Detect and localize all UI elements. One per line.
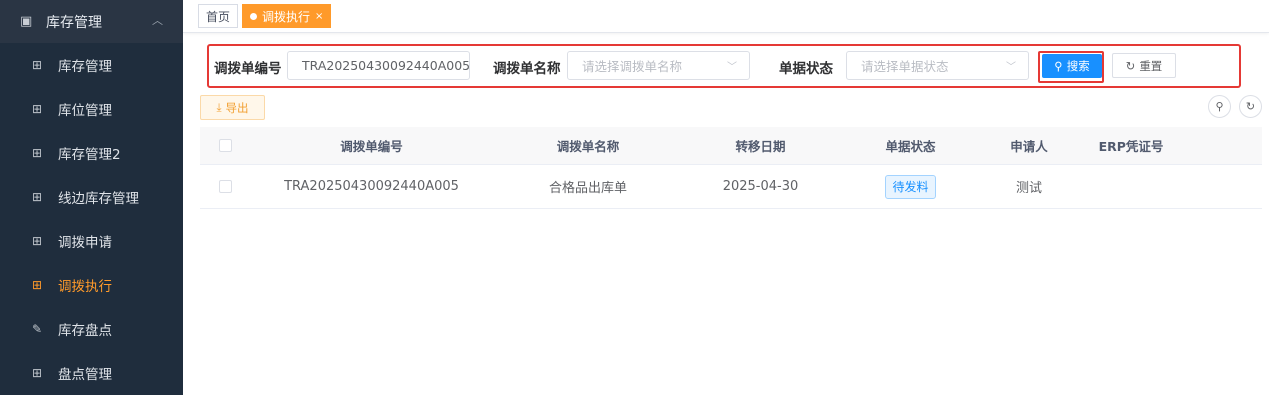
search-icon: ⚲ [1054, 59, 1063, 73]
active-dot-icon [250, 12, 258, 20]
sidebar-item-transfer-execute[interactable]: ⊞ 调拨执行 [0, 263, 183, 307]
sidebar-item-label: 库存管理2 [58, 147, 121, 163]
monitor-icon: ▣ [20, 14, 33, 29]
header-code: 调拨单编号 [340, 139, 403, 154]
export-button-label: 导出 [225, 100, 249, 115]
tab-label: 首页 [206, 9, 231, 24]
header-applicant: 申请人 [1010, 139, 1048, 154]
download-icon: ⤓ [216, 100, 222, 114]
chevron-up-icon: ︿ [152, 14, 163, 27]
cell-status: 待发料 [838, 174, 983, 199]
cell-name: 合格品出库单 [548, 181, 627, 196]
transfer-name-placeholder: 请选择调拨单名称 [582, 59, 683, 74]
grid-icon: ⊞ [31, 366, 43, 380]
chevron-down-icon: ﹀ [727, 62, 737, 73]
header-name: 调拨单名称 [556, 139, 620, 154]
sidebar-item-inventory2[interactable]: ⊞ 库存管理2 [0, 131, 183, 175]
search-icon: ⚲ [1215, 100, 1224, 113]
tab-label: 调拨执行 [262, 9, 311, 24]
transfer-name-select[interactable]: 请选择调拨单名称 ﹀ [567, 51, 750, 80]
status-select[interactable]: 请选择单据状态 ﹀ [846, 51, 1029, 80]
sidebar-item-inventory[interactable]: ⊞ 库存管理 [0, 43, 183, 87]
export-button[interactable]: ⤓ 导出 [200, 95, 265, 120]
reset-button-label: 重置 [1139, 58, 1163, 73]
app-root: ▣ 库存管理 ︿ ⊞ 库存管理 ⊞ 库位管理 ⊞ 库存管理2 ⊞ 线边库存管理 … [0, 0, 1269, 395]
grid-icon: ⊞ [31, 190, 43, 204]
sidebar-item-stocktake-manage[interactable]: ⊞ 盘点管理 [0, 351, 183, 395]
transfer-code-input[interactable]: TRA20250430092440A005 [287, 51, 470, 80]
refresh-button[interactable]: ↻ [1239, 95, 1262, 118]
transfer-code-label: 调拨单编号 [214, 61, 282, 77]
chevron-down-icon: ﹀ [1006, 62, 1016, 73]
grid-icon: ⊞ [31, 234, 43, 248]
sidebar-item-label: 库存盘点 [58, 323, 112, 339]
table-row[interactable]: TRA20250430092440A005 合格品出库单 2025-04-30 … [200, 165, 1262, 209]
sidebar-header-label: 库存管理 [46, 14, 102, 31]
row-select-cell [200, 180, 250, 193]
tags-view: 首页 调拨执行 × [183, 0, 1269, 33]
refresh-icon: ↻ [1245, 100, 1256, 113]
sidebar-item-lineside[interactable]: ⊞ 线边库存管理 [0, 175, 183, 219]
header-erp: ERP凭证号 [1098, 139, 1164, 154]
cell-date: 2025-04-30 [722, 179, 799, 194]
edit-icon: ✎ [31, 322, 43, 336]
header-status: 单据状态 [885, 139, 936, 154]
transfer-code-value: TRA20250430092440A005 [302, 58, 471, 73]
search-button[interactable]: ⚲ 搜索 [1042, 54, 1102, 78]
search-button-label: 搜索 [1066, 59, 1090, 73]
status-placeholder: 请选择单据状态 [861, 59, 949, 74]
status-label: 单据状态 [779, 61, 833, 77]
grid-icon: ⊞ [31, 102, 43, 116]
sidebar-header-inventory[interactable]: ▣ 库存管理 ︿ [0, 0, 183, 43]
grid-icon: ⊞ [31, 146, 43, 160]
grid-icon: ⊞ [31, 58, 43, 72]
grid-icon: ⊞ [31, 278, 43, 292]
status-badge: 待发料 [885, 174, 936, 199]
sidebar-item-stocktake[interactable]: ✎ 库存盘点 [0, 307, 183, 351]
sidebar: ▣ 库存管理 ︿ ⊞ 库存管理 ⊞ 库位管理 ⊞ 库存管理2 ⊞ 线边库存管理 … [0, 0, 183, 395]
cell-applicant: 测试 [1015, 181, 1042, 196]
sidebar-item-label: 线边库存管理 [58, 191, 139, 207]
transfer-name-label: 调拨单名称 [493, 61, 561, 77]
close-icon[interactable]: × [315, 11, 323, 22]
refresh-icon: ↻ [1125, 58, 1136, 73]
cell-code: TRA20250430092440A005 [284, 179, 459, 194]
row-checkbox[interactable] [218, 180, 232, 193]
sidebar-item-location[interactable]: ⊞ 库位管理 [0, 87, 183, 131]
toggle-search-button[interactable]: ⚲ [1208, 95, 1231, 118]
tab-home[interactable]: 首页 [198, 4, 239, 28]
tab-transfer-execute[interactable]: 调拨执行 × [242, 4, 332, 28]
sidebar-item-label: 库位管理 [58, 103, 112, 119]
table-header: 调拨单编号 调拨单名称 转移日期 单据状态 申请人 ERP凭证号 [200, 127, 1262, 165]
sidebar-item-transfer-request[interactable]: ⊞ 调拨申请 [0, 219, 183, 263]
main-content: 首页 调拨执行 × 调拨单编号 TRA20250430092440A005 调拨… [183, 0, 1269, 395]
sidebar-item-label: 库存管理 [58, 59, 112, 75]
sidebar-item-label: 盘点管理 [58, 367, 112, 383]
header-date: 转移日期 [735, 139, 786, 154]
select-all-cell [200, 139, 250, 152]
transfer-table: 调拨单编号 调拨单名称 转移日期 单据状态 申请人 ERP凭证号 TRA2025… [200, 127, 1262, 209]
reset-button[interactable]: ↻ 重置 [1112, 53, 1176, 78]
select-all-checkbox[interactable] [218, 139, 232, 152]
sidebar-item-label: 调拨申请 [58, 235, 112, 251]
sidebar-item-label: 调拨执行 [58, 279, 112, 295]
